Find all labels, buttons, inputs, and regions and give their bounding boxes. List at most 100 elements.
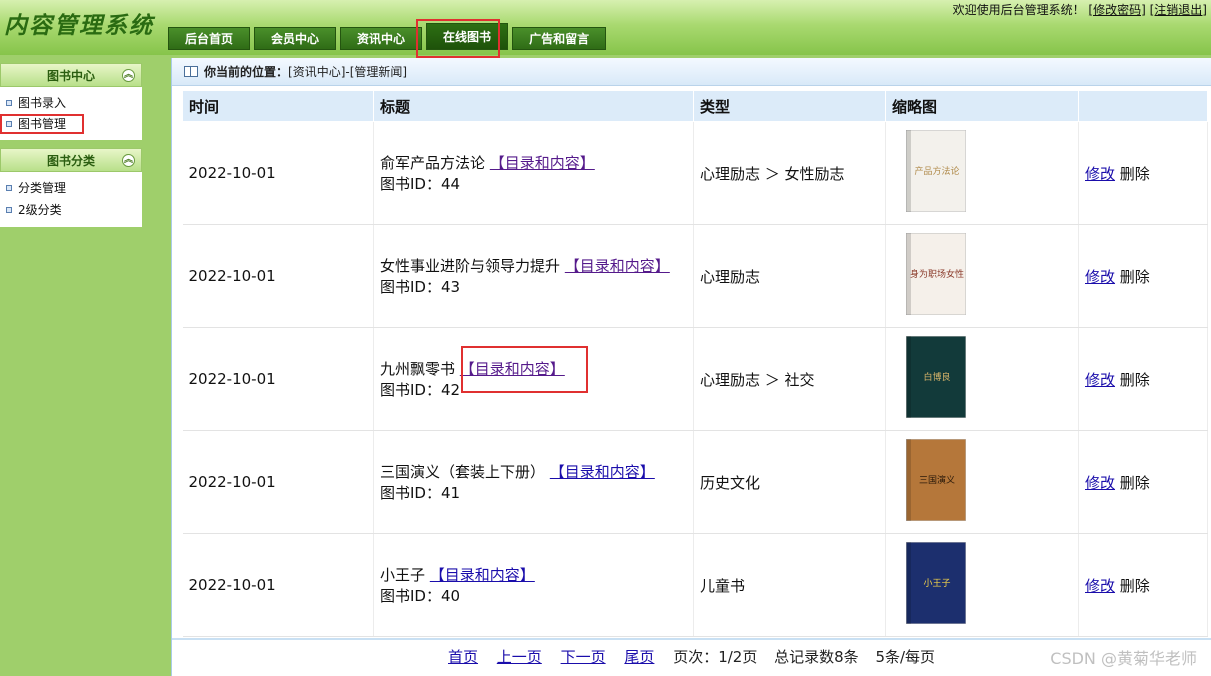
sidebar-item-book-manage[interactable]: 图书管理 bbox=[0, 114, 84, 134]
cell-title: 女性事业进阶与领导力提升 【目录和内容】 图书ID：43 bbox=[373, 224, 694, 328]
toc-content-link[interactable]: 【目录和内容】 bbox=[550, 463, 655, 481]
book-id: 41 bbox=[440, 484, 461, 502]
book-cover-title: 小王子 bbox=[923, 578, 950, 589]
cell-time: 2022-10-01 bbox=[182, 121, 374, 225]
table-row: 2022-10-01 三国演义（套装上下册） 【目录和内容】 图书ID：41 历… bbox=[182, 430, 1208, 534]
cell-thumbnail: 身为职场女性 bbox=[885, 224, 1079, 328]
book-id: 40 bbox=[440, 587, 461, 605]
tab-member-center[interactable]: 会员中心 bbox=[254, 27, 337, 50]
delete-action[interactable]: 删除 bbox=[1120, 268, 1150, 286]
sidebar-section-title: 图书中心 bbox=[46, 69, 95, 83]
header-title: 标题 bbox=[373, 90, 694, 122]
collapse-icon[interactable]: ︽ bbox=[122, 69, 135, 82]
next-page-link[interactable]: 下一页 bbox=[561, 648, 606, 666]
breadcrumb-path: [资讯中心]-[管理新闻] bbox=[288, 64, 408, 79]
watermark: CSDN @黄菊华老师 bbox=[1050, 649, 1197, 668]
edit-link[interactable]: 修改 bbox=[1085, 165, 1115, 183]
logout-link[interactable]: [注销退出] bbox=[1150, 3, 1207, 17]
toc-content-link[interactable]: 【目录和内容】 bbox=[490, 154, 595, 172]
table-row: 2022-10-01 俞军产品方法论 【目录和内容】 图书ID：44 心理励志 … bbox=[182, 121, 1208, 225]
delete-action[interactable]: 删除 bbox=[1120, 577, 1150, 595]
tab-admin-home[interactable]: 后台首页 bbox=[168, 27, 251, 50]
cell-time: 2022-10-01 bbox=[182, 327, 374, 431]
book-title: 小王子 bbox=[380, 566, 426, 584]
book-cover-image: 产品方法论 bbox=[905, 129, 967, 213]
book-cover-image: 小王子 bbox=[905, 541, 967, 625]
cell-time: 2022-10-01 bbox=[182, 224, 374, 328]
edit-link[interactable]: 修改 bbox=[1085, 474, 1115, 492]
bullet-icon bbox=[6, 121, 12, 127]
book-icon bbox=[184, 66, 198, 77]
cell-title: 三国演义（套装上下册） 【目录和内容】 图书ID：41 bbox=[373, 430, 694, 534]
app-logo: 内容管理系统 bbox=[4, 12, 154, 39]
per-page-info: 5条/每页 bbox=[875, 648, 936, 666]
book-id-label: 图书ID： bbox=[380, 381, 441, 399]
cell-type: 心理励志 ＞ 女性励志 bbox=[693, 121, 886, 225]
book-cover-title: 白博良 bbox=[923, 371, 950, 383]
book-cover-title: 身为职场女性 bbox=[910, 268, 964, 280]
sidebar-item-label: 分类管理 bbox=[18, 181, 67, 195]
table-row: 2022-10-01 九州飘零书 【目录和内容】 图书ID：42 心理励志 ＞ … bbox=[182, 327, 1208, 431]
book-cover-image: 身为职场女性 bbox=[905, 232, 967, 316]
header: 内容管理系统 欢迎使用后台管理系统！ [修改密码] [注销退出] 后台首页 会员… bbox=[0, 0, 1211, 58]
cell-thumbnail: 产品方法论 bbox=[885, 121, 1079, 225]
bullet-icon bbox=[6, 207, 12, 213]
delete-action[interactable]: 删除 bbox=[1120, 165, 1150, 183]
collapse-icon[interactable]: ︽ bbox=[122, 154, 135, 167]
book-title: 俞军产品方法论 bbox=[380, 154, 486, 172]
bullet-icon bbox=[6, 100, 12, 106]
cell-time: 2022-10-01 bbox=[182, 533, 374, 637]
book-id: 44 bbox=[440, 175, 461, 193]
sidebar-section-book-center[interactable]: 图书中心 ︽ bbox=[0, 63, 142, 87]
first-page-link[interactable]: 首页 bbox=[448, 648, 478, 666]
change-password-link[interactable]: [修改密码] bbox=[1088, 3, 1145, 17]
sidebar-item-label: 图书管理 bbox=[18, 117, 67, 131]
toc-content-link[interactable]: 【目录和内容】 bbox=[565, 257, 670, 275]
annotation-highlight-box bbox=[416, 19, 500, 58]
total-info: 总记录数8条 bbox=[774, 648, 859, 666]
toc-content-link[interactable]: 【目录和内容】 bbox=[430, 566, 535, 584]
main-nav: 后台首页 会员中心 资讯中心 在线图书 广告和留言 bbox=[168, 23, 610, 50]
sidebar: 图书中心 ︽ 图书录入 图书管理 图书分类 ︽ 分类管理 2级分类 bbox=[0, 63, 142, 227]
prev-page-link[interactable]: 上一页 bbox=[497, 648, 542, 666]
book-id: 42 bbox=[440, 381, 461, 399]
main-panel: 你当前的位置： [资讯中心]-[管理新闻] 时间 标题 类型 缩略图 2022-… bbox=[171, 58, 1211, 676]
delete-action[interactable]: 删除 bbox=[1120, 474, 1150, 492]
cell-title: 俞军产品方法论 【目录和内容】 图书ID：44 bbox=[373, 121, 694, 225]
book-id-label: 图书ID： bbox=[380, 278, 441, 296]
book-cover-image: 三国演义 bbox=[905, 438, 967, 522]
tab-ads-messages[interactable]: 广告和留言 bbox=[512, 27, 607, 50]
sidebar-item-level2-category[interactable]: 2级分类 bbox=[0, 199, 142, 221]
cell-title: 小王子 【目录和内容】 图书ID：40 bbox=[373, 533, 694, 637]
sidebar-section-title: 图书分类 bbox=[46, 154, 95, 168]
delete-action[interactable]: 删除 bbox=[1120, 371, 1150, 389]
header-thumbnail: 缩略图 bbox=[885, 90, 1079, 122]
edit-link[interactable]: 修改 bbox=[1085, 577, 1115, 595]
cell-type: 儿童书 bbox=[693, 533, 886, 637]
cell-thumbnail: 三国演义 bbox=[885, 430, 1079, 534]
last-page-link[interactable]: 尾页 bbox=[624, 648, 654, 666]
cell-type: 心理励志 bbox=[693, 224, 886, 328]
tab-news-center[interactable]: 资讯中心 bbox=[340, 27, 423, 50]
sidebar-item-book-entry[interactable]: 图书录入 bbox=[0, 92, 142, 114]
edit-link[interactable]: 修改 bbox=[1085, 268, 1115, 286]
cell-type: 历史文化 bbox=[693, 430, 886, 534]
cell-actions: 修改 删除 bbox=[1078, 327, 1208, 431]
book-title: 三国演义（套装上下册） bbox=[380, 463, 546, 481]
sidebar-section-book-category[interactable]: 图书分类 ︽ bbox=[0, 148, 142, 172]
sidebar-item-label: 图书录入 bbox=[18, 96, 67, 110]
table-row: 2022-10-01 女性事业进阶与领导力提升 【目录和内容】 图书ID：43 … bbox=[182, 224, 1208, 328]
annotation-highlight-box bbox=[461, 346, 588, 393]
book-cover-image: 白博良 bbox=[905, 335, 967, 419]
edit-link[interactable]: 修改 bbox=[1085, 371, 1115, 389]
cell-time: 2022-10-01 bbox=[182, 430, 374, 534]
book-title: 九州飘零书 bbox=[380, 360, 456, 378]
header-type: 类型 bbox=[693, 90, 886, 122]
header-time: 时间 bbox=[182, 90, 374, 122]
breadcrumb-label: 你当前的位置： bbox=[204, 64, 289, 79]
book-cover-title: 三国演义 bbox=[919, 474, 955, 486]
sidebar-section-body: 图书录入 图书管理 bbox=[0, 87, 142, 140]
book-title: 女性事业进阶与领导力提升 bbox=[380, 257, 561, 275]
sidebar-item-category-manage[interactable]: 分类管理 bbox=[0, 177, 142, 199]
breadcrumb: 你当前的位置： [资讯中心]-[管理新闻] bbox=[172, 58, 1211, 86]
